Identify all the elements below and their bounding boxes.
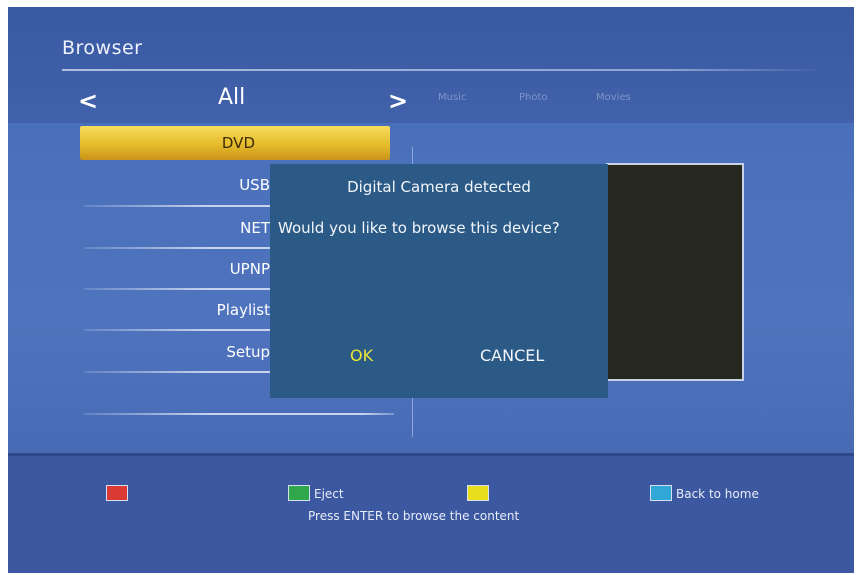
device-detected-dialog: Digital Camera detected Would you like t… <box>270 164 608 398</box>
tv-screen: Browser < All > Music Photo Movies DVD U… <box>8 7 854 573</box>
menu-item-label: Playlist <box>216 301 270 319</box>
menu-item-label: NET <box>240 219 270 237</box>
green-key-icon[interactable] <box>288 485 310 501</box>
menu-item-dvd[interactable]: DVD <box>80 126 390 160</box>
red-key-icon[interactable] <box>106 485 128 501</box>
tab-movies[interactable]: Movies <box>596 92 631 103</box>
footer-divider <box>8 453 854 456</box>
page-title: Browser <box>62 37 143 59</box>
title-divider <box>62 69 822 71</box>
tab-music[interactable]: Music <box>438 92 466 103</box>
menu-item-label: DVD <box>221 134 255 152</box>
next-category-button[interactable]: > <box>388 87 408 115</box>
current-category: All <box>218 85 246 110</box>
ok-button[interactable]: OK <box>350 346 373 365</box>
eject-label: Eject <box>314 487 344 501</box>
footer-hint: Press ENTER to browse the content <box>308 509 520 523</box>
blue-key-icon[interactable] <box>650 485 672 501</box>
cancel-button[interactable]: CANCEL <box>480 346 544 365</box>
menu-item-label: UPNP <box>229 260 270 278</box>
dialog-title: Digital Camera detected <box>347 178 531 196</box>
prev-category-button[interactable]: < <box>78 87 98 115</box>
preview-panel <box>606 163 744 381</box>
yellow-key-icon[interactable] <box>467 485 489 501</box>
menu-divider <box>84 413 394 415</box>
back-to-home-label: Back to home <box>676 487 759 501</box>
menu-item-label: USB <box>239 176 270 194</box>
header-bar <box>8 7 854 123</box>
tab-photo[interactable]: Photo <box>519 92 548 103</box>
menu-item-label: Setup <box>226 343 270 361</box>
dialog-message: Would you like to browse this device? <box>278 219 560 237</box>
